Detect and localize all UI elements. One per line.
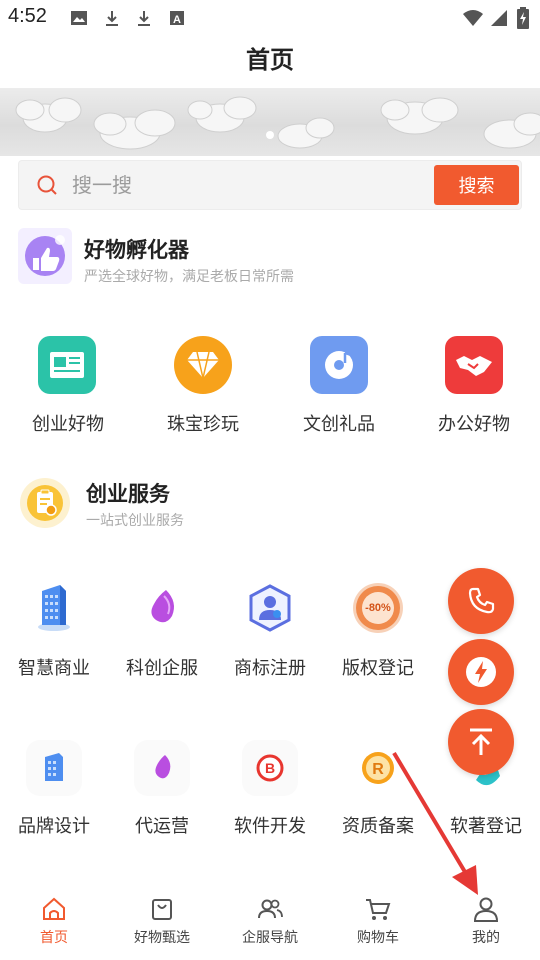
incubator-subtitle: 严选全球好物，满足老板日常所需 [84,269,294,285]
page-title: 首页 [246,46,294,74]
nav-goods-selection[interactable]: 好物甄选 [108,895,216,957]
purple-drop-small-icon[interactable] [134,740,190,796]
building-icon[interactable] [26,580,82,636]
nav-label: 企服导航 [242,930,298,946]
svg-text:R: R [372,761,384,778]
cellular-signal-icon [491,10,507,26]
nav-profile[interactable]: 我的 [432,895,540,957]
service-label: 商标注册 [234,658,306,679]
discount-coin-icon[interactable]: -80% [350,580,406,636]
r-coin-icon[interactable]: R [350,740,406,796]
cloud-banner-image [15,96,540,150]
banner-carousel[interactable] [0,88,540,156]
search-icon [37,175,57,195]
business-services-icon-tile[interactable] [18,476,72,530]
cart-icon [366,899,391,920]
trademark-badge-icon[interactable] [242,580,298,636]
lightning-icon [466,657,496,687]
service-label: 代运营 [135,816,189,837]
search-input[interactable] [72,170,402,200]
battery-charging-icon [517,7,529,29]
wifi-icon [463,10,483,26]
back-to-top-fab[interactable] [448,709,514,775]
phone-icon [468,587,495,614]
business-services-subtitle: 一站式创业服务 [86,513,184,529]
service-label: 品牌设计 [18,816,90,837]
person-icon [473,897,499,922]
incubator-title: 好物孵化器 [84,238,189,262]
service-label: 科创企服 [126,658,198,679]
nav-label: 我的 [472,930,500,946]
image-icon [71,11,87,25]
nav-home[interactable]: 首页 [0,895,108,957]
business-services-title: 创业服务 [86,482,170,506]
search-button[interactable]: 搜索 [434,165,519,205]
clipboard-icon [20,478,70,528]
nav-enterprise-services[interactable]: 企服导航 [216,895,324,957]
category-item-office-goods[interactable] [445,336,503,394]
thumbs-up-icon [25,235,65,276]
font-icon: A [170,11,184,26]
nav-cart[interactable]: 购物车 [324,895,432,957]
incubator-icon-tile[interactable] [18,228,72,284]
service-label: 版权登记 [342,658,414,679]
phone-fab[interactable] [448,568,514,634]
category-label: 创业好物 [32,414,104,435]
nav-label: 首页 [40,930,68,946]
svg-text:B: B [265,760,275,776]
purple-drop-icon[interactable] [134,580,190,636]
service-label: 软件开发 [234,816,306,837]
category-item-jewelry[interactable] [174,336,232,394]
category-label: 办公好物 [438,414,510,435]
service-label: 智慧商业 [18,658,90,679]
category-label: 珠宝珍玩 [167,414,239,435]
shopping-bag-icon [152,899,172,920]
handshake-icon [445,336,503,394]
status-time: 4:52 [8,5,47,27]
diamond-icon [174,336,232,394]
nav-label: 购物车 [357,930,399,946]
carousel-dot[interactable] [266,131,274,139]
lightning-fab[interactable] [448,639,514,705]
download-icon [106,11,118,26]
category-item-cultural-gifts[interactable] [310,336,368,394]
home-icon [43,897,65,920]
svg-text:-80%: -80% [365,602,391,614]
building-small-icon[interactable] [26,740,82,796]
service-label: 资质备案 [342,816,414,837]
service-label: 软著登记 [450,816,522,837]
music-disc-icon [310,336,368,394]
b-badge-icon[interactable]: B [242,740,298,796]
newspaper-icon [38,336,96,394]
download-icon [138,11,150,26]
svg-text:A: A [173,14,181,26]
category-item-startup-goods[interactable] [38,336,96,394]
back-to-top-icon [470,728,492,755]
nav-label: 好物甄选 [134,930,190,946]
users-icon [258,899,283,919]
category-label: 文创礼品 [303,414,375,435]
